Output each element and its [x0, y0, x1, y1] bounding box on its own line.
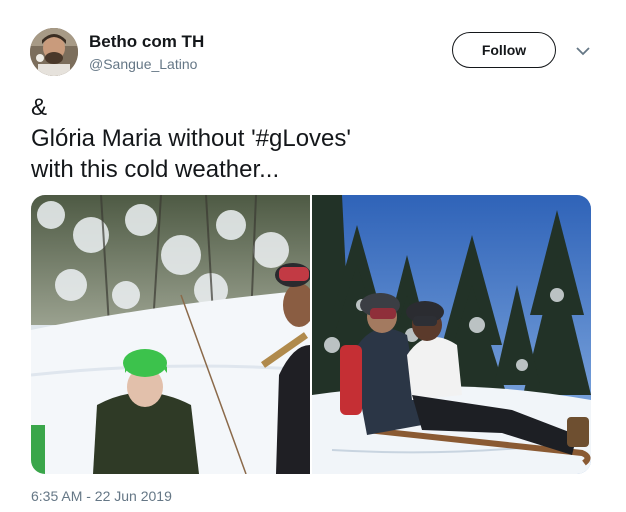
photo-snow-woman-icon	[31, 195, 310, 474]
tweet-text-line: &	[31, 94, 48, 121]
chevron-down-icon	[576, 46, 590, 55]
photo-sled-riders-icon	[312, 195, 591, 474]
author-info: Betho com TH @Sangue_Latino	[89, 32, 204, 73]
tweet-text: & Glória Maria without '#gLoves' with th…	[31, 92, 591, 185]
tweet-text-line: with this cold weather...	[31, 156, 280, 183]
media-photo[interactable]	[31, 195, 310, 474]
avatar-photo-icon	[30, 28, 78, 76]
media-photo[interactable]	[312, 195, 591, 474]
tweet-media	[31, 195, 591, 474]
more-options-caret[interactable]	[572, 40, 594, 62]
author-handle[interactable]: @Sangue_Latino	[89, 55, 204, 73]
author-display-name[interactable]: Betho com TH	[89, 32, 204, 52]
tweet-card: Betho com TH @Sangue_Latino Follow & Gló…	[0, 0, 626, 512]
avatar[interactable]	[30, 28, 78, 76]
tweet-text-line: Glória Maria without '#gLoves'	[31, 125, 351, 152]
follow-button[interactable]: Follow	[452, 32, 556, 68]
tweet-timestamp[interactable]: 6:35 AM - 22 Jun 2019	[31, 488, 172, 504]
